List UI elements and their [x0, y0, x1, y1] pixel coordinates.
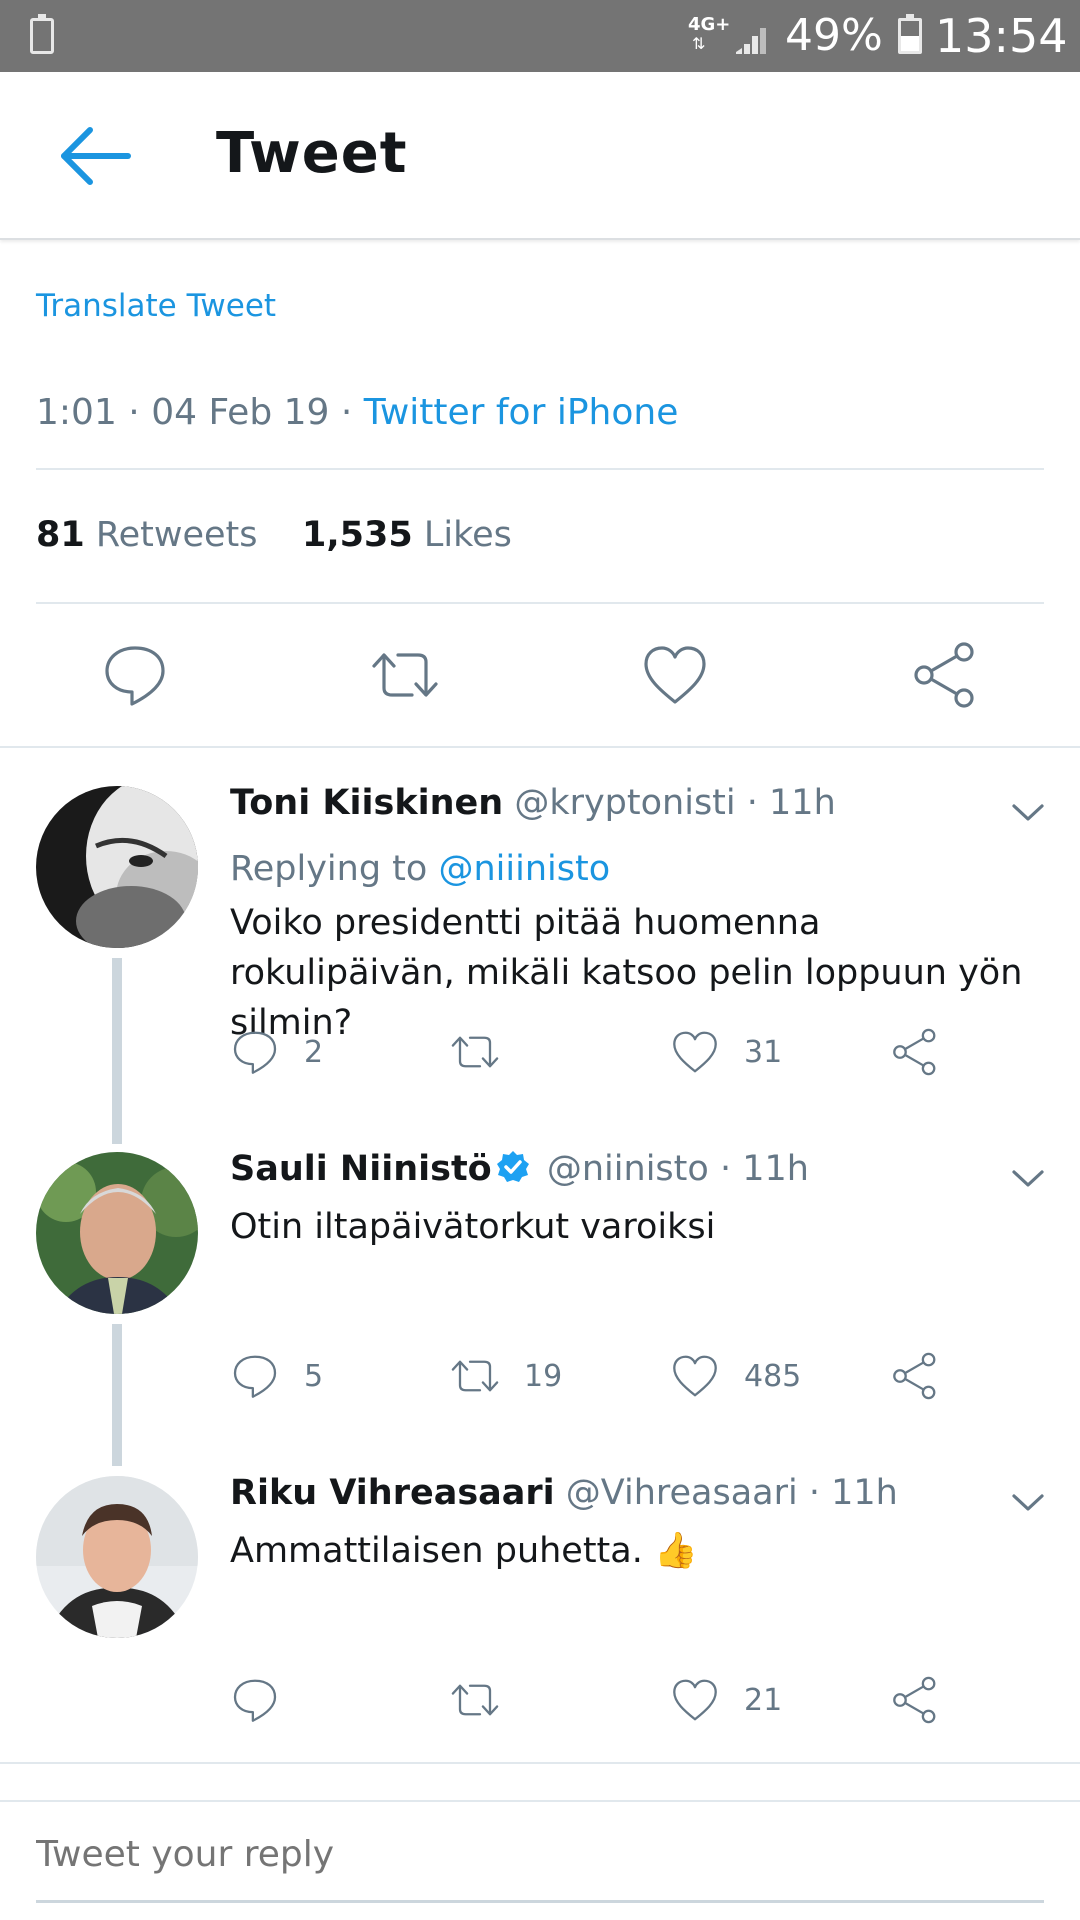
retweet-button[interactable]: 19	[450, 1348, 562, 1404]
reply-count: 5	[304, 1358, 324, 1394]
author-handle[interactable]: @Vihreasaari	[566, 1473, 798, 1513]
author-handle[interactable]: @kryptonisti	[514, 783, 735, 823]
share-button[interactable]	[890, 1024, 940, 1080]
thread-line	[112, 958, 122, 1144]
reply-icon	[233, 1031, 277, 1074]
like-button[interactable]: 485	[670, 1348, 801, 1404]
retweet-button[interactable]	[450, 1024, 524, 1080]
tweet-meta: 1:01 · 04 Feb 19 · Twitter for iPhone	[36, 392, 679, 433]
reply-text: Otin iltapäivätorkut varoiksi	[230, 1207, 716, 1247]
reply-count: 2	[304, 1034, 324, 1070]
heart-icon	[673, 1679, 717, 1721]
share-icon	[893, 1352, 936, 1400]
tweet-date: 04 Feb 19	[151, 392, 330, 433]
avatar[interactable]	[36, 1152, 198, 1314]
replying-to-handle[interactable]: @niiinisto	[438, 849, 610, 889]
battery-icon	[898, 14, 922, 54]
likes-count[interactable]: 1,535	[302, 515, 413, 555]
reply-button[interactable]: 2	[230, 1024, 323, 1080]
heart-icon[interactable]	[640, 640, 710, 710]
heart-icon	[673, 1031, 717, 1073]
retweets-count[interactable]: 81	[36, 515, 85, 555]
like-button[interactable]: 31	[670, 1024, 782, 1080]
input-underline	[36, 1900, 1044, 1903]
battery-percent: 49%	[785, 10, 883, 61]
reply-header: Riku Vihreasaari @Vihreasaari · 11h	[230, 1470, 898, 1516]
status-bar: 4G+ ⇅ 49% 13:54	[0, 0, 1080, 72]
retweets-label[interactable]: Retweets	[96, 515, 258, 555]
retweet-icon[interactable]	[370, 640, 440, 710]
reply-icon	[233, 1679, 277, 1722]
tweet-time: 1:01	[36, 392, 117, 433]
translate-tweet-link[interactable]: Translate Tweet	[36, 286, 276, 326]
verified-badge-icon	[496, 1151, 529, 1182]
retweet-icon	[451, 1360, 499, 1392]
share-icon	[893, 1028, 936, 1076]
clock: 13:54	[935, 9, 1068, 63]
retweet-button[interactable]	[450, 1672, 524, 1728]
reply-composer	[0, 1800, 1080, 1920]
reply-icon	[233, 1355, 277, 1398]
tweet-action-bar	[0, 640, 1080, 750]
share-button[interactable]	[890, 1348, 940, 1404]
reply-time: · 11h	[746, 783, 836, 823]
reply-time: · 11h	[719, 1149, 809, 1189]
reply-text: Ammattilaisen puhetta. 👍	[230, 1531, 698, 1571]
chevron-down-icon[interactable]	[1010, 1166, 1046, 1190]
tweet-source-link[interactable]: Twitter for iPhone	[364, 392, 679, 433]
heart-icon	[673, 1355, 717, 1397]
share-button[interactable]	[890, 1672, 940, 1728]
reply-header: Sauli Niinistö @niinisto · 11h	[230, 1146, 809, 1192]
like-count: 31	[744, 1034, 783, 1070]
reply-actions: 5 19 485	[230, 1348, 1050, 1404]
chevron-down-icon[interactable]	[1010, 800, 1046, 824]
reply-button[interactable]: 5	[230, 1348, 323, 1404]
like-count: 21	[744, 1682, 783, 1718]
page-title: Tweet	[216, 121, 408, 186]
replying-label: Replying to	[230, 849, 428, 889]
thread-line	[112, 1324, 122, 1466]
reply-icon[interactable]	[100, 640, 170, 710]
like-count: 485	[744, 1358, 802, 1394]
author-name[interactable]: Toni Kiiskinen	[230, 783, 503, 823]
avatar[interactable]	[36, 1476, 198, 1638]
reply-time: · 11h	[808, 1473, 898, 1513]
avatar[interactable]	[36, 786, 198, 948]
header: Tweet	[0, 72, 1080, 240]
network-type: 4G+	[688, 14, 731, 35]
retweet-icon	[451, 1684, 499, 1716]
reply-button[interactable]	[230, 1672, 304, 1728]
chevron-down-icon[interactable]	[1010, 1490, 1046, 1514]
replying-to: Replying to @niiinisto	[230, 846, 610, 892]
share-icon	[893, 1676, 936, 1724]
signal-icon	[736, 28, 766, 54]
arrow-left-icon[interactable]	[58, 124, 134, 188]
section-divider	[0, 1762, 1080, 1764]
divider	[36, 468, 1044, 470]
battery-fill	[901, 36, 919, 51]
author-name[interactable]: Sauli Niinistö	[230, 1149, 492, 1189]
reply-input[interactable]	[36, 1832, 1044, 1878]
like-button[interactable]: 21	[670, 1672, 782, 1728]
recycle-battery-icon	[30, 14, 54, 54]
data-arrows-icon: ⇅	[692, 34, 706, 53]
reply-actions: 21	[230, 1672, 1050, 1728]
section-divider	[0, 746, 1080, 748]
reply-header: Toni Kiiskinen @kryptonisti · 11h	[230, 780, 836, 826]
author-name[interactable]: Riku Vihreasaari	[230, 1473, 555, 1513]
reply-actions: 2 31	[230, 1024, 1050, 1080]
share-icon[interactable]	[910, 640, 980, 710]
likes-label[interactable]: Likes	[424, 515, 512, 555]
retweet-count: 19	[524, 1358, 563, 1394]
retweet-icon	[451, 1036, 499, 1068]
divider	[36, 602, 1044, 604]
author-handle[interactable]: @niinisto	[547, 1149, 709, 1189]
tweet-stats: 81 Retweets 1,535 Likes	[36, 512, 512, 558]
